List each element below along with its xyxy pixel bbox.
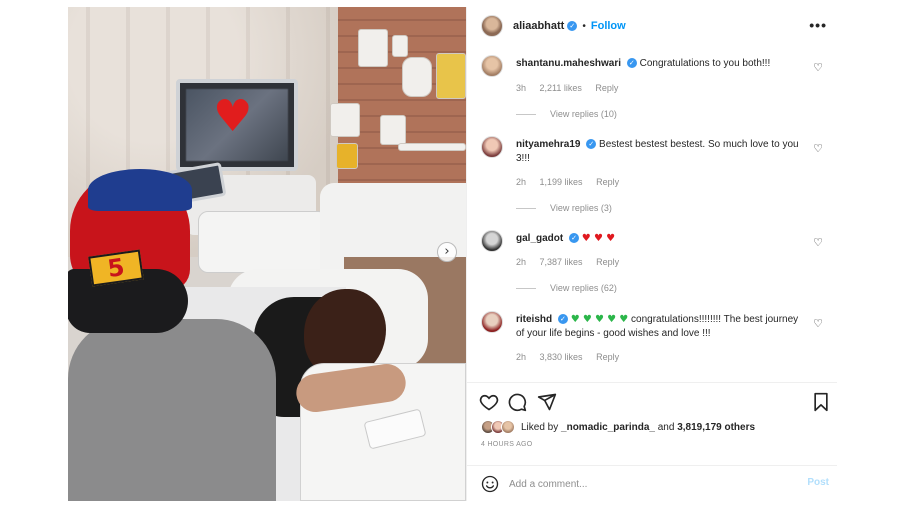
verified-icon: ✓ (557, 314, 568, 325)
replies-divider (516, 287, 536, 289)
heart-icon[interactable]: ♡ (813, 317, 823, 330)
bed-side-rail (198, 211, 328, 273)
heart-icon[interactable]: ♡ (813, 142, 823, 155)
cap-top (88, 169, 192, 211)
reply-button[interactable]: Reply (596, 257, 619, 267)
comment-text: nityamehra19 ✓ Bestest bestest bestest. … (516, 138, 802, 166)
wall-device (402, 57, 432, 97)
comment-likes[interactable]: 1,199 likes (540, 177, 583, 187)
chevron-right-icon: › (444, 244, 450, 259)
share-icon[interactable] (537, 392, 557, 412)
comment-likes[interactable]: 3,830 likes (540, 352, 583, 362)
comment-input[interactable] (509, 475, 789, 493)
comment-text: shantanu.maheshwari ✓ Congratulations to… (516, 57, 802, 71)
view-replies-label: View replies (10) (550, 109, 617, 119)
commenter-username[interactable]: riteishd (516, 314, 552, 325)
comment-body: Congratulations to you both!!! (639, 58, 771, 69)
like-heart-icon[interactable] (479, 392, 499, 412)
comment-emoji: ♥ ♥ ♥ ♥ ♥ (570, 314, 629, 325)
emoji-icon[interactable] (481, 475, 499, 493)
comment-meta: 2h 3,830 likes Reply (516, 352, 630, 362)
comment-body: ♥ ♥ ♥ (581, 233, 616, 244)
verified-icon: ✓ (567, 21, 578, 31)
more-icon[interactable]: ••• (809, 18, 827, 32)
comment-text: riteishd ✓ ♥ ♥ ♥ ♥ ♥ congratulations!!!!… (516, 313, 802, 341)
liked-by-user[interactable]: _nomadic_parinda_ (561, 422, 655, 433)
heart-emoji-icon: ♥ (213, 91, 253, 142)
reply-button[interactable]: Reply (596, 352, 619, 362)
comment-meta: 2h 7,387 likes Reply (516, 257, 630, 267)
verified-icon: ✓ (586, 139, 597, 150)
heart-icon[interactable]: ♡ (813, 236, 823, 249)
post-time: 4 HOURS AGO (481, 441, 533, 448)
comment-likes[interactable]: 7,387 likes (540, 257, 583, 267)
commenter-avatar[interactable] (481, 230, 503, 252)
post-header: aliaabhatt ✓ • Follow ••• (467, 7, 837, 45)
add-comment-bar: Post (467, 465, 837, 501)
comment-text: gal_gadot ✓ ♥ ♥ ♥ (516, 232, 802, 246)
comment-time: 2h (516, 257, 527, 267)
view-replies-label: View replies (62) (550, 283, 617, 293)
liked-by-connector: and (657, 421, 675, 433)
author-username[interactable]: aliaabhatt (513, 20, 564, 32)
instagram-post: ♥ 5 › aliaabhatt ✓ • Follow ••• shantanu… (68, 7, 837, 501)
heart-icon[interactable]: ♡ (813, 61, 823, 74)
post-photo[interactable]: ♥ 5 › (68, 7, 466, 501)
commenter-avatar[interactable] (481, 311, 503, 333)
liked-by-prefix: Liked by (521, 421, 559, 433)
view-replies-label: View replies (3) (550, 203, 612, 213)
verified-icon: ✓ (626, 58, 637, 69)
reply-button[interactable]: Reply (595, 83, 618, 93)
view-replies-button[interactable]: View replies (3) (516, 203, 612, 213)
reply-button[interactable]: Reply (596, 177, 619, 187)
liked-by-text: Liked by _nomadic_parinda_ and 3,819,179… (521, 422, 755, 433)
commenter-username[interactable]: nityamehra19 (516, 139, 580, 150)
post-comment-button[interactable]: Post (807, 477, 829, 488)
wall-monitor-arm (330, 103, 360, 137)
view-replies-button[interactable]: View replies (10) (516, 109, 617, 119)
comment-meta: 2h 1,199 likes Reply (516, 177, 630, 187)
commenter-avatar[interactable] (481, 136, 503, 158)
replies-divider (516, 207, 536, 209)
liked-by: Liked by _nomadic_parinda_ and 3,819,179… (481, 418, 755, 436)
comment-likes[interactable]: 2,211 likes (540, 83, 582, 93)
comment-meta: 3h 2,211 likes Reply (516, 83, 629, 93)
ultrasound-monitor: ♥ (176, 79, 298, 171)
wall-panel (358, 29, 388, 67)
wall-rail (398, 143, 466, 151)
verified-icon: ✓ (569, 233, 580, 244)
comment-time: 3h (516, 83, 527, 93)
wall-sign (436, 53, 466, 99)
comment-time: 2h (516, 177, 527, 187)
liker-avatar (501, 420, 515, 434)
follow-button[interactable]: Follow (591, 20, 626, 32)
man-back (68, 319, 276, 501)
wall-valve (336, 143, 358, 169)
commenter-username[interactable]: shantanu.maheshwari (516, 58, 621, 69)
comment-icon[interactable] (507, 392, 527, 412)
bookmark-icon[interactable] (811, 392, 831, 412)
author-avatar[interactable] (481, 15, 503, 37)
header-separator: • (582, 20, 586, 32)
replies-divider (516, 113, 536, 115)
view-replies-button[interactable]: View replies (62) (516, 283, 617, 293)
next-photo-button[interactable]: › (437, 242, 457, 262)
wall-outlet (380, 115, 406, 145)
likes-count[interactable]: 3,819,179 others (677, 422, 755, 433)
commenter-username[interactable]: gal_gadot (516, 233, 563, 244)
wall-switch (392, 35, 408, 57)
post-sidebar: aliaabhatt ✓ • Follow ••• shantanu.mahes… (466, 7, 837, 501)
post-actions (467, 382, 837, 418)
comment-time: 2h (516, 352, 527, 362)
commenter-avatar[interactable] (481, 55, 503, 77)
